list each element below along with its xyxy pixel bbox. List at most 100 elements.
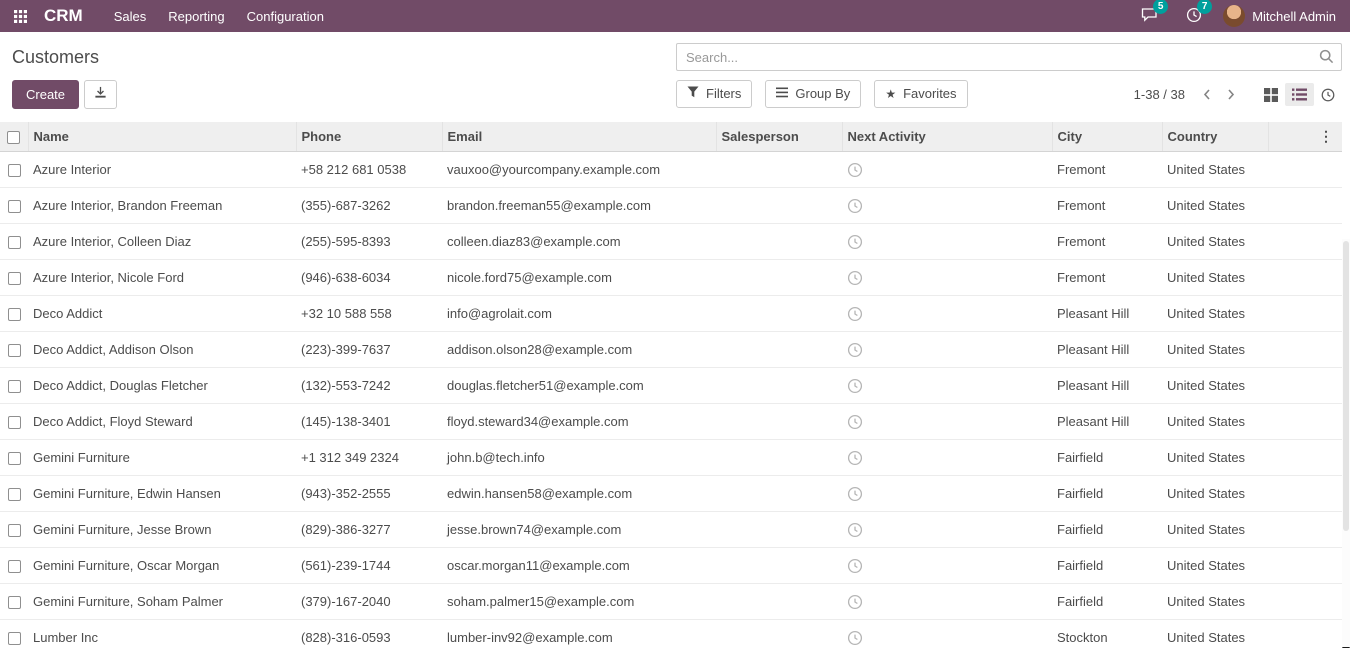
next-activity-clock-icon[interactable] bbox=[847, 378, 863, 394]
cell-email[interactable]: vauxoo@yourcompany.example.com bbox=[442, 152, 716, 188]
table-row[interactable]: Azure Interior, Brandon Freeman (355)-68… bbox=[0, 188, 1342, 224]
table-row[interactable]: Deco Addict, Douglas Fletcher (132)-553-… bbox=[0, 368, 1342, 404]
cell-next-activity[interactable] bbox=[842, 260, 1052, 296]
cell-salesperson[interactable] bbox=[716, 152, 842, 188]
cell-email[interactable]: nicole.ford75@example.com bbox=[442, 260, 716, 296]
cell-salesperson[interactable] bbox=[716, 188, 842, 224]
cell-name[interactable]: Azure Interior bbox=[28, 152, 296, 188]
activities-menu[interactable]: 7 bbox=[1175, 2, 1213, 31]
next-activity-clock-icon[interactable] bbox=[847, 522, 863, 538]
next-activity-clock-icon[interactable] bbox=[847, 234, 863, 250]
cell-salesperson[interactable] bbox=[716, 440, 842, 476]
cell-city[interactable]: Fremont bbox=[1052, 224, 1162, 260]
table-row[interactable]: Azure Interior, Colleen Diaz (255)-595-8… bbox=[0, 224, 1342, 260]
cell-phone[interactable]: +58 212 681 0538 bbox=[296, 152, 442, 188]
favorites-button[interactable]: ★ Favorites bbox=[874, 80, 967, 108]
cell-city[interactable]: Fairfield bbox=[1052, 512, 1162, 548]
row-checkbox[interactable] bbox=[8, 488, 21, 501]
next-activity-clock-icon[interactable] bbox=[847, 162, 863, 178]
cell-email[interactable]: addison.olson28@example.com bbox=[442, 332, 716, 368]
cell-next-activity[interactable] bbox=[842, 584, 1052, 620]
list-view-button[interactable] bbox=[1285, 83, 1314, 106]
cell-name[interactable]: Deco Addict, Douglas Fletcher bbox=[28, 368, 296, 404]
cell-name[interactable]: Azure Interior, Nicole Ford bbox=[28, 260, 296, 296]
cell-country[interactable]: United States bbox=[1162, 584, 1268, 620]
pager-previous-button[interactable] bbox=[1195, 84, 1219, 105]
activity-view-button[interactable] bbox=[1314, 83, 1342, 107]
table-row[interactable]: Azure Interior, Nicole Ford (946)-638-60… bbox=[0, 260, 1342, 296]
cell-email[interactable]: edwin.hansen58@example.com bbox=[442, 476, 716, 512]
cell-salesperson[interactable] bbox=[716, 224, 842, 260]
cell-city[interactable]: Pleasant Hill bbox=[1052, 296, 1162, 332]
next-activity-clock-icon[interactable] bbox=[847, 630, 863, 646]
vertical-scrollbar[interactable] bbox=[1342, 239, 1350, 648]
row-checkbox[interactable] bbox=[8, 200, 21, 213]
table-row[interactable]: Gemini Furniture, Oscar Morgan (561)-239… bbox=[0, 548, 1342, 584]
kanban-view-button[interactable] bbox=[1257, 83, 1285, 107]
row-checkbox[interactable] bbox=[8, 452, 21, 465]
cell-name[interactable]: Gemini Furniture, Soham Palmer bbox=[28, 584, 296, 620]
next-activity-clock-icon[interactable] bbox=[847, 486, 863, 502]
cell-city[interactable]: Fairfield bbox=[1052, 584, 1162, 620]
cell-phone[interactable]: (943)-352-2555 bbox=[296, 476, 442, 512]
cell-country[interactable]: United States bbox=[1162, 620, 1268, 648]
cell-email[interactable]: brandon.freeman55@example.com bbox=[442, 188, 716, 224]
cell-next-activity[interactable] bbox=[842, 296, 1052, 332]
cell-next-activity[interactable] bbox=[842, 188, 1052, 224]
cell-next-activity[interactable] bbox=[842, 512, 1052, 548]
pager-next-button[interactable] bbox=[1219, 84, 1243, 105]
cell-email[interactable]: info@agrolait.com bbox=[442, 296, 716, 332]
column-header-country[interactable]: Country bbox=[1162, 122, 1268, 152]
table-row[interactable]: Gemini Furniture, Soham Palmer (379)-167… bbox=[0, 584, 1342, 620]
cell-phone[interactable]: (829)-386-3277 bbox=[296, 512, 442, 548]
cell-name[interactable]: Deco Addict bbox=[28, 296, 296, 332]
row-checkbox[interactable] bbox=[8, 596, 21, 609]
cell-name[interactable]: Gemini Furniture, Edwin Hansen bbox=[28, 476, 296, 512]
cell-country[interactable]: United States bbox=[1162, 188, 1268, 224]
cell-city[interactable]: Pleasant Hill bbox=[1052, 332, 1162, 368]
next-activity-clock-icon[interactable] bbox=[847, 450, 863, 466]
next-activity-clock-icon[interactable] bbox=[847, 270, 863, 286]
cell-country[interactable]: United States bbox=[1162, 548, 1268, 584]
cell-next-activity[interactable] bbox=[842, 332, 1052, 368]
menu-configuration[interactable]: Configuration bbox=[236, 1, 335, 32]
table-row[interactable]: Deco Addict +32 10 588 558 info@agrolait… bbox=[0, 296, 1342, 332]
column-header-next-activity[interactable]: Next Activity bbox=[842, 122, 1052, 152]
next-activity-clock-icon[interactable] bbox=[847, 306, 863, 322]
cell-phone[interactable]: (828)-316-0593 bbox=[296, 620, 442, 648]
cell-city[interactable]: Fairfield bbox=[1052, 548, 1162, 584]
cell-email[interactable]: lumber-inv92@example.com bbox=[442, 620, 716, 648]
cell-next-activity[interactable] bbox=[842, 368, 1052, 404]
row-checkbox[interactable] bbox=[8, 380, 21, 393]
cell-salesperson[interactable] bbox=[716, 404, 842, 440]
table-row[interactable]: Gemini Furniture, Edwin Hansen (943)-352… bbox=[0, 476, 1342, 512]
search-icon[interactable] bbox=[1319, 49, 1334, 67]
cell-city[interactable]: Pleasant Hill bbox=[1052, 368, 1162, 404]
cell-salesperson[interactable] bbox=[716, 332, 842, 368]
cell-city[interactable]: Fremont bbox=[1052, 188, 1162, 224]
cell-country[interactable]: United States bbox=[1162, 224, 1268, 260]
cell-phone[interactable]: (255)-595-8393 bbox=[296, 224, 442, 260]
user-menu[interactable]: Mitchell Admin bbox=[1219, 5, 1344, 27]
cell-phone[interactable]: (561)-239-1744 bbox=[296, 548, 442, 584]
table-row[interactable]: Gemini Furniture, Jesse Brown (829)-386-… bbox=[0, 512, 1342, 548]
cell-salesperson[interactable] bbox=[716, 512, 842, 548]
cell-name[interactable]: Gemini Furniture bbox=[28, 440, 296, 476]
cell-name[interactable]: Lumber Inc bbox=[28, 620, 296, 648]
column-header-email[interactable]: Email bbox=[442, 122, 716, 152]
row-checkbox[interactable] bbox=[8, 560, 21, 573]
cell-salesperson[interactable] bbox=[716, 476, 842, 512]
cell-name[interactable]: Deco Addict, Addison Olson bbox=[28, 332, 296, 368]
cell-salesperson[interactable] bbox=[716, 620, 842, 648]
cell-name[interactable]: Deco Addict, Floyd Steward bbox=[28, 404, 296, 440]
create-button[interactable]: Create bbox=[12, 80, 79, 109]
cell-next-activity[interactable] bbox=[842, 476, 1052, 512]
cell-phone[interactable]: (946)-638-6034 bbox=[296, 260, 442, 296]
table-row[interactable]: Deco Addict, Floyd Steward (145)-138-340… bbox=[0, 404, 1342, 440]
cell-salesperson[interactable] bbox=[716, 584, 842, 620]
row-checkbox[interactable] bbox=[8, 164, 21, 177]
table-row[interactable]: Gemini Furniture +1 312 349 2324 john.b@… bbox=[0, 440, 1342, 476]
filters-button[interactable]: Filters bbox=[676, 80, 752, 108]
table-row[interactable]: Lumber Inc (828)-316-0593 lumber-inv92@e… bbox=[0, 620, 1342, 648]
row-checkbox[interactable] bbox=[8, 236, 21, 249]
